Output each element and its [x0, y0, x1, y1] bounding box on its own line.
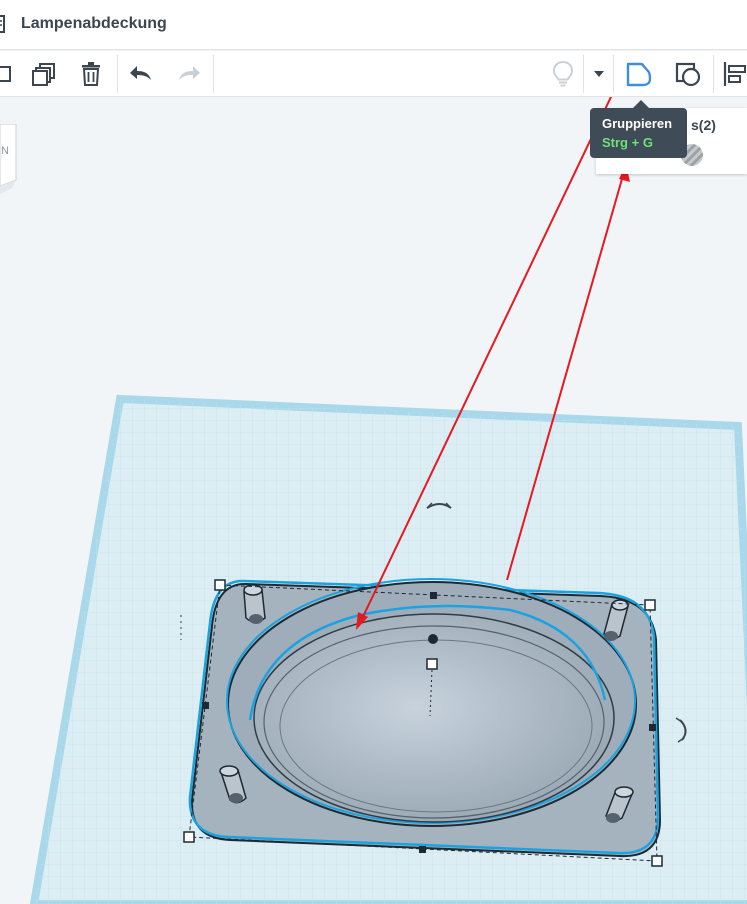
edge-handle[interactable] [430, 592, 437, 599]
ungroup-button[interactable] [673, 59, 703, 89]
toolbar [0, 51, 747, 97]
duplicate-icon [31, 61, 57, 87]
lift-handle[interactable] [428, 634, 438, 644]
undo-button[interactable] [127, 59, 157, 89]
lightbulb-dropdown[interactable] [584, 59, 614, 89]
peg-top-left[interactable] [243, 584, 266, 624]
edge-handle[interactable] [419, 846, 426, 853]
design-title[interactable]: Lampenabdeckung [21, 15, 167, 33]
edge-handle[interactable] [649, 724, 656, 731]
align-icon [721, 61, 747, 87]
group-button[interactable] [624, 59, 654, 89]
duplicate-button[interactable] [29, 59, 59, 89]
lightbulb-icon [551, 60, 575, 88]
tooltip-title: Gruppieren [602, 116, 673, 131]
title-bar: Lampenabdeckung [0, 0, 747, 50]
toolbar-divider [713, 55, 714, 93]
group-icon [625, 61, 653, 87]
tooltip-pointer [633, 100, 649, 108]
toolbar-divider [613, 55, 614, 93]
dropdown-arrow-icon [593, 70, 605, 78]
workplane-scene[interactable] [0, 97, 747, 904]
copy-button[interactable] [0, 59, 18, 89]
view-cube[interactable]: N [0, 124, 20, 196]
toolbar-divider [213, 55, 214, 93]
shapes-count-label: s(2) [691, 117, 716, 133]
resize-handle[interactable] [644, 599, 656, 611]
lightbulb-button[interactable] [548, 59, 578, 89]
edge-handle[interactable] [202, 702, 209, 709]
undo-icon [129, 64, 155, 84]
view-cube-label: N [1, 145, 9, 157]
delete-button[interactable] [76, 59, 106, 89]
toolbar-divider [117, 55, 118, 93]
document-icon[interactable] [0, 15, 6, 33]
trash-icon [79, 61, 103, 87]
lamp-cover-bowl[interactable] [253, 613, 615, 823]
height-handle[interactable] [426, 658, 438, 670]
resize-handle[interactable] [214, 579, 226, 591]
group-tooltip: Gruppieren Strg + G [590, 108, 687, 158]
tooltip-shortcut: Strg + G [602, 135, 653, 150]
align-button[interactable] [720, 59, 747, 89]
resize-handle[interactable] [183, 831, 195, 843]
resize-handle[interactable] [651, 855, 663, 867]
redo-button[interactable] [173, 59, 203, 89]
workspace-canvas[interactable] [0, 97, 747, 904]
redo-icon [175, 64, 201, 84]
copy-icon [0, 63, 14, 85]
hole-shape-icon [674, 61, 702, 87]
